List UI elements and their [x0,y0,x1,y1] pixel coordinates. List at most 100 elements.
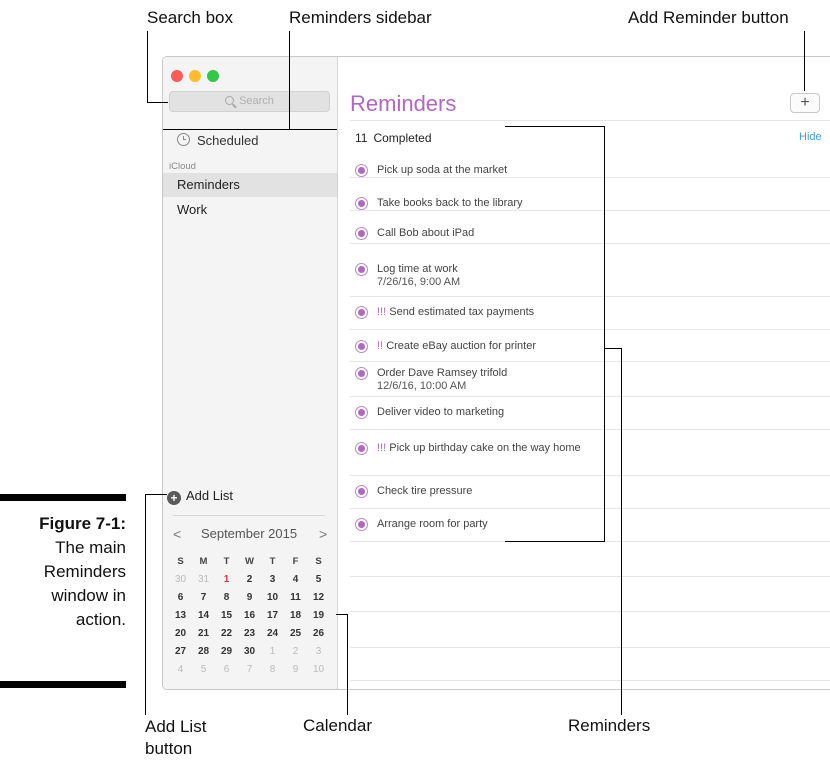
icloud-group-header: iCloud [169,161,196,172]
calendar-prev-month[interactable]: < [173,526,181,542]
reminder-text: Order Dave Ramsey trifold 12/6/16, 10:00 … [377,367,507,393]
calendar-day[interactable]: 5 [192,661,215,679]
close-window-button[interactable] [171,70,183,82]
leader-calendar-v [347,614,348,715]
calendar-day[interactable]: 22 [215,625,238,643]
calendar-day[interactable]: 24 [261,625,284,643]
reminder-text: Log time at work 7/26/16, 9:00 AM [377,263,460,289]
calendar-day[interactable]: 19 [307,607,330,625]
reminder-title: Pick up birthday cake on the way home [389,442,581,454]
calendar-day[interactable]: 31 [192,571,215,589]
callout-add-list-button: Add List button [145,716,206,760]
calendar-day[interactable]: 4 [284,571,307,589]
calendar-week-row: 30 31 1 2 3 4 5 [169,571,330,589]
calendar-day[interactable]: 1 [261,643,284,661]
leader-sidebar-bracket-h [163,129,337,130]
reminder-title: Log time at work [377,263,458,275]
reminder-checkbox[interactable] [355,485,368,498]
reminder-title: Call Bob about iPad [377,227,475,239]
calendar-day[interactable]: 8 [261,661,284,679]
calendar-day[interactable]: 10 [261,589,284,607]
reminder-text: Check tire pressure [377,485,472,498]
add-list-label: Add List [186,488,233,503]
reminders-window: Search Scheduled iCloud Reminders Work +… [162,56,830,690]
calendar-day[interactable]: 18 [284,607,307,625]
caption-line-2: Reminders [43,562,126,581]
reminder-checkbox[interactable] [355,340,368,353]
calendar-day[interactable]: 17 [261,607,284,625]
calendar-day[interactable]: 6 [169,589,192,607]
calendar-day[interactable]: 16 [238,607,261,625]
calendar-weekday: S [177,556,184,567]
calendar-day[interactable]: 10 [307,661,330,679]
sidebar-item-reminders[interactable]: Reminders [163,173,337,197]
row-divider [350,611,830,612]
calendar-day[interactable]: 26 [307,625,330,643]
calendar-month: September 2015 [200,526,298,541]
calendar-day[interactable]: 30 [238,643,261,661]
leader-add-list-v [145,494,146,715]
scheduled-list[interactable]: Scheduled [177,133,258,148]
leader-calendar-h [336,614,348,615]
leader-add-list-h [145,494,167,495]
reminder-checkbox[interactable] [355,197,368,210]
zoom-window-button[interactable] [207,70,219,82]
add-reminder-button[interactable]: + [790,93,820,113]
calendar-next-month[interactable]: > [319,526,327,542]
calendar-day[interactable]: 20 [169,625,192,643]
calendar-day[interactable]: 11 [284,589,307,607]
calendar-day[interactable]: 13 [169,607,192,625]
calendar-day[interactable]: 28 [192,643,215,661]
reminder-checkbox[interactable] [355,227,368,240]
reminder-text: Take books back to the library [377,197,523,210]
calendar-day[interactable]: 15 [215,607,238,625]
leader-reminders-h [604,348,622,349]
calendar-day[interactable]: 30 [169,571,192,589]
calendar-day[interactable]: 12 [307,589,330,607]
calendar-day[interactable]: 14 [192,607,215,625]
calendar-day[interactable]: 5 [307,571,330,589]
reminder-checkbox[interactable] [355,367,368,380]
figure-caption: Figure 7-1: The main Reminders window in… [39,512,126,632]
calendar-day[interactable]: 2 [238,571,261,589]
priority-marker: !!! [377,442,387,454]
calendar-day[interactable]: 29 [215,643,238,661]
calendar-day[interactable]: 2 [284,643,307,661]
reminder-checkbox[interactable] [355,263,368,276]
calendar-day[interactable]: 23 [238,625,261,643]
calendar-day[interactable]: 9 [238,589,261,607]
calendar-day-today[interactable]: 1 [215,571,238,589]
row-divider [350,396,830,397]
reminder-checkbox[interactable] [355,406,368,419]
calendar-day[interactable]: 7 [192,589,215,607]
add-list-button[interactable]: + Add List [167,488,233,505]
reminder-checkbox[interactable] [355,306,368,319]
reminder-checkbox[interactable] [355,518,368,531]
calendar-day[interactable]: 27 [169,643,192,661]
hide-completed-link[interactable]: Hide [799,131,822,143]
search-box[interactable]: Search [169,91,330,112]
reminder-checkbox[interactable] [355,442,368,455]
calendar-day[interactable]: 9 [284,661,307,679]
calendar-day[interactable]: 7 [238,661,261,679]
calendar-weekday: S [315,556,322,567]
calendar-day[interactable]: 21 [192,625,215,643]
reminder-title: Take books back to the library [377,197,523,209]
minimize-window-button[interactable] [189,70,201,82]
title-divider [350,120,830,121]
reminder-title: Arrange room for party [377,518,488,530]
calendar-day[interactable]: 6 [215,661,238,679]
sidebar-item-work[interactable]: Work [163,198,337,222]
priority-marker: !! [377,340,384,352]
calendar-day[interactable]: 4 [169,661,192,679]
reminder-title: Check tire pressure [377,485,473,497]
calendar-day[interactable]: 8 [215,589,238,607]
calendar-week-row: 4 5 6 7 8 9 10 [169,661,330,679]
calendar-day[interactable]: 25 [284,625,307,643]
calendar-day[interactable]: 3 [307,643,330,661]
calendar-divider [173,515,325,516]
page-title: Reminders [350,91,457,116]
calendar-day[interactable]: 3 [261,571,284,589]
completed-row[interactable]: 11 Completed [355,131,432,145]
reminder-checkbox[interactable] [355,164,368,177]
